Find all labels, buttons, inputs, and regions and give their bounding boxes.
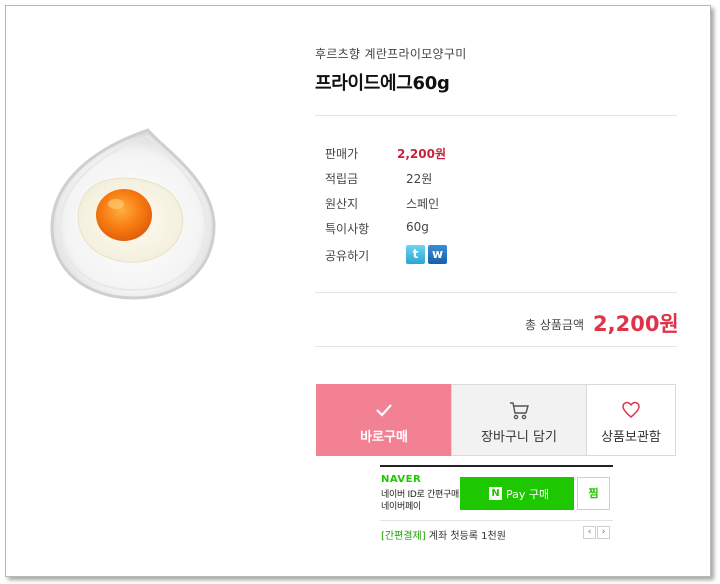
spec-value-price: 2,200원 xyxy=(397,147,446,161)
naver-pay-divider xyxy=(380,520,613,521)
promo-text: 계좌 첫등록 1천원 xyxy=(428,531,506,542)
spec-label-notes: 특이사항 xyxy=(325,222,370,236)
weibo-share-icon[interactable]: w xyxy=(428,245,447,264)
naver-logo: NAVER xyxy=(381,474,422,485)
spec-label-price: 판매가 xyxy=(325,147,359,161)
wishlist-button[interactable]: 상품보관함 xyxy=(586,384,676,456)
product-title: 프라이드에그60g xyxy=(315,73,450,94)
heart-icon xyxy=(587,400,675,420)
total-price-value: 2,200원 xyxy=(593,312,679,336)
naver-pay-button[interactable]: N Pay 구매 xyxy=(460,477,574,510)
spec-label-points: 적립금 xyxy=(325,172,359,186)
check-icon xyxy=(317,400,451,420)
product-subtitle: 후르츠향 계란프라이모양구미 xyxy=(315,47,467,61)
promo-prev-button[interactable]: ‹ xyxy=(583,526,596,539)
spec-value-points: 22원 xyxy=(406,172,433,186)
spec-label-origin: 원산지 xyxy=(325,197,359,211)
naver-zzim-button[interactable]: 찜 xyxy=(577,477,610,510)
promo-next-button[interactable]: › xyxy=(597,526,610,539)
add-to-cart-label: 장바구니 담기 xyxy=(481,430,557,445)
divider xyxy=(315,115,677,116)
wishlist-label: 상품보관함 xyxy=(601,430,661,445)
naver-pay-promo: [간편결제] 계좌 첫등록 1천원 xyxy=(381,527,506,542)
divider xyxy=(315,292,677,293)
spec-value-notes: 60g xyxy=(406,220,429,234)
naver-pay-name: 네이버페이 xyxy=(381,502,421,512)
naver-pay-divider xyxy=(380,465,613,467)
twitter-share-icon[interactable]: t xyxy=(406,245,425,264)
naver-n-icon: N xyxy=(489,487,502,500)
buy-now-label: 바로구매 xyxy=(360,430,408,445)
total-price-label: 총 상품금액 xyxy=(525,318,585,332)
cart-icon xyxy=(452,400,586,420)
spec-label-share: 공유하기 xyxy=(325,249,370,263)
divider xyxy=(315,346,677,347)
add-to-cart-button[interactable]: 장바구니 담기 xyxy=(451,384,587,456)
promo-tag: [간편결제] xyxy=(381,531,426,542)
spec-value-origin: 스페인 xyxy=(406,197,440,211)
product-image xyxy=(44,118,224,308)
buy-now-button[interactable]: 바로구매 xyxy=(316,384,452,456)
naver-pay-label: Pay 구매 xyxy=(506,488,550,501)
